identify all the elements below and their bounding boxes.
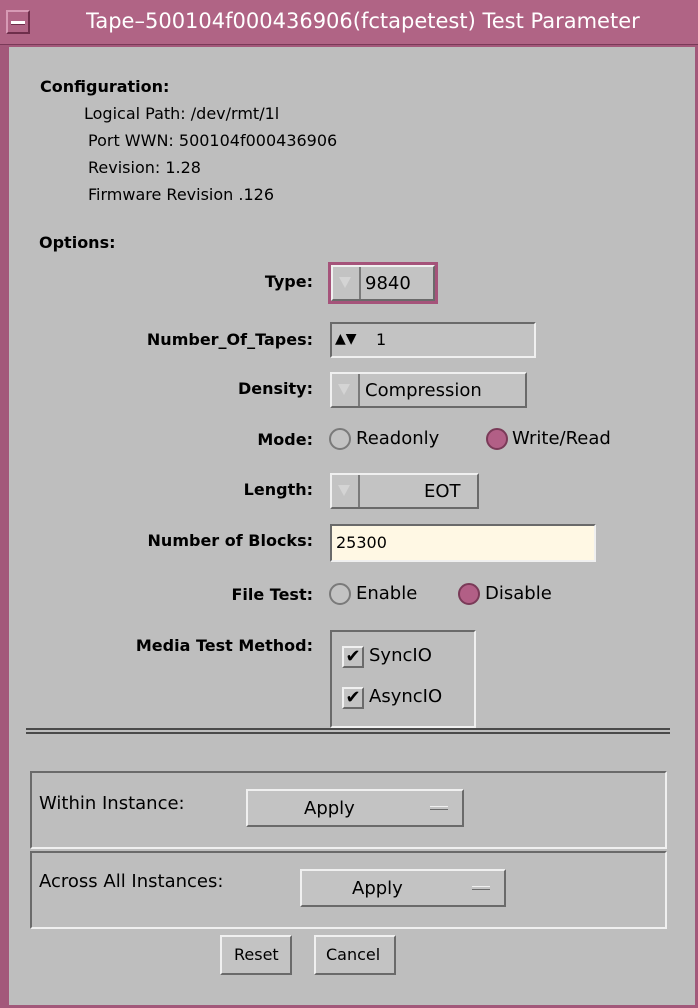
across-instances-panel: Across All Instances: Apply	[30, 851, 667, 929]
firmware-revision-text: Firmware Revision .126	[88, 185, 274, 204]
density-value: Compression	[365, 380, 482, 401]
file-test-disable-label[interactable]: Disable	[485, 583, 552, 604]
across-instances-label: Across All Instances:	[39, 871, 224, 892]
test-parameter-window: Tape–500104f000436906(fctapetest) Test P…	[0, 0, 698, 1008]
media-test-method-group: ✔ SyncIO ✔ AsyncIO	[330, 630, 476, 728]
mode-write-read-label[interactable]: Write/Read	[512, 428, 611, 449]
window-menu-button[interactable]	[6, 10, 30, 34]
across-instances-apply-menu[interactable]: Apply	[300, 869, 506, 907]
length-label: Length:	[243, 480, 313, 499]
asyncio-checkbox[interactable]: ✔	[342, 687, 364, 709]
number-of-blocks-value: 25300	[336, 533, 387, 552]
within-instance-apply-value: Apply	[304, 798, 355, 819]
length-dropdown[interactable]: EOT	[330, 473, 479, 509]
type-dropdown[interactable]: 9840	[331, 265, 435, 301]
number-of-blocks-label: Number of Blocks:	[147, 531, 313, 550]
separator-line	[26, 732, 670, 734]
reset-button[interactable]: Reset	[220, 935, 292, 975]
type-label: Type:	[264, 272, 313, 291]
options-heading: Options:	[39, 233, 116, 252]
syncio-label[interactable]: SyncIO	[369, 645, 432, 666]
density-dropdown[interactable]: Compression	[330, 372, 527, 408]
length-value: EOT	[424, 481, 461, 502]
title-bar[interactable]: Tape–500104f000436906(fctapetest) Test P…	[0, 0, 698, 45]
cancel-button-label: Cancel	[326, 945, 381, 964]
file-test-disable-radio[interactable]	[458, 583, 480, 605]
mode-readonly-radio[interactable]	[329, 428, 351, 450]
mode-label: Mode:	[257, 430, 313, 449]
number-of-tapes-value: 1	[376, 330, 387, 349]
dropdown-divider	[358, 374, 360, 406]
dropdown-arrow-icon	[339, 277, 351, 288]
logical-path-text: Logical Path: /dev/rmt/1l	[84, 104, 280, 123]
within-instance-label: Within Instance:	[39, 793, 185, 814]
file-test-enable-radio[interactable]	[329, 583, 351, 605]
configuration-heading: Configuration:	[40, 77, 170, 96]
dropdown-divider	[359, 267, 361, 299]
number-of-tapes-spinner[interactable]: ▲▼ 1	[330, 322, 536, 358]
dropdown-arrow-icon	[338, 485, 350, 496]
dropdown-arrow-icon	[338, 384, 350, 395]
option-menu-icon	[472, 886, 490, 890]
reset-button-label: Reset	[234, 945, 279, 964]
within-instance-apply-menu[interactable]: Apply	[246, 789, 464, 827]
syncio-checkbox[interactable]: ✔	[342, 646, 364, 668]
number-of-tapes-label: Number_Of_Tapes:	[146, 330, 313, 349]
within-instance-panel: Within Instance: Apply	[30, 771, 667, 849]
mode-write-read-radio[interactable]	[486, 428, 508, 450]
density-label: Density:	[237, 379, 313, 398]
option-menu-icon	[430, 806, 448, 810]
window-menu-icon	[11, 21, 25, 25]
spinner-arrows-icon[interactable]: ▲▼	[335, 331, 357, 347]
file-test-enable-label[interactable]: Enable	[356, 583, 417, 604]
cancel-button[interactable]: Cancel	[314, 935, 396, 975]
media-test-method-label: Media Test Method:	[135, 636, 313, 655]
dialog-body: Configuration: Logical Path: /dev/rmt/1l…	[9, 47, 695, 1005]
dropdown-divider	[358, 475, 360, 507]
type-value: 9840	[365, 273, 411, 294]
separator-line	[26, 728, 670, 730]
across-instances-apply-value: Apply	[352, 878, 403, 899]
port-wwn-text: Port WWN: 500104f000436906	[88, 131, 338, 150]
window-title: Tape–500104f000436906(fctapetest) Test P…	[86, 9, 640, 33]
file-test-label: File Test:	[231, 585, 313, 604]
revision-text: Revision: 1.28	[88, 158, 201, 177]
mode-readonly-label[interactable]: Readonly	[356, 428, 439, 449]
asyncio-label[interactable]: AsyncIO	[369, 686, 442, 707]
number-of-blocks-input[interactable]: 25300	[330, 524, 596, 562]
